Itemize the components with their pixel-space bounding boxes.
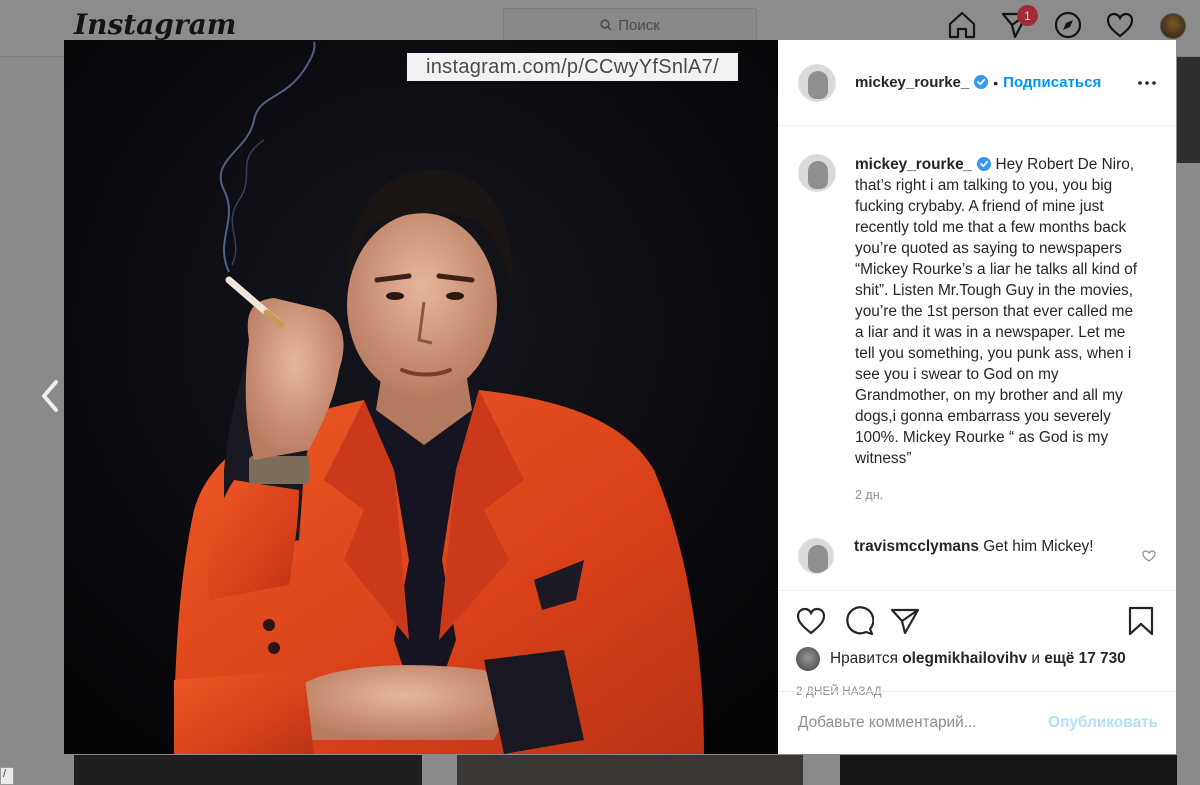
likes-prefix: Нравится (830, 650, 898, 667)
comment-icon[interactable] (844, 606, 874, 636)
profile-avatar[interactable] (1160, 13, 1186, 39)
home-icon[interactable] (947, 9, 977, 41)
comments-list[interactable]: mickey_rourke_ Hey Robert De Niro, that’… (778, 126, 1176, 590)
search-box[interactable]: Поиск (503, 8, 757, 42)
comment-body: Get him Mickey! (983, 538, 1094, 555)
author-avatar[interactable] (798, 154, 836, 192)
commenter-avatar[interactable] (798, 538, 834, 574)
background-thumbnail (840, 755, 1177, 785)
likes-count[interactable]: ещё 17 730 (1044, 650, 1125, 668)
caption-username[interactable]: mickey_rourke_ (855, 156, 992, 173)
follow-button[interactable]: Подписаться (1003, 74, 1101, 91)
author-username[interactable]: mickey_rourke_ (855, 74, 989, 91)
chevron-left-icon[interactable] (36, 376, 66, 416)
verified-icon (977, 157, 992, 171)
instagram-logo[interactable]: Instagram (74, 8, 236, 41)
comment-input[interactable] (798, 714, 1049, 732)
caption-age[interactable]: 2 дн. (855, 485, 1145, 506)
likes-conjunction: и (1031, 650, 1040, 667)
url-overlay: instagram.com/p/CCwyYfSnlA7/ (407, 53, 738, 81)
post-header: mickey_rourke_ • Подписаться (778, 40, 1176, 126)
post-photo-illustration (64, 40, 778, 754)
separator-dot: • (993, 74, 999, 91)
post-sidebar: mickey_rourke_ • Подписаться mickey_rour… (778, 40, 1176, 754)
caption-text: Hey Robert De Niro, that’s right i am ta… (855, 156, 1137, 467)
post-photo[interactable]: instagram.com/p/CCwyYfSnlA7/ (64, 40, 778, 754)
likes-summary: Нравится olegmikhailovihv и ещё 17 730 (796, 647, 1158, 671)
post-actions: Нравится olegmikhailovihv и ещё 17 730 2… (778, 590, 1176, 754)
search-icon (600, 19, 612, 31)
status-chip: / (0, 767, 14, 785)
share-icon[interactable] (890, 607, 920, 635)
comment-username[interactable]: travismcclymans (854, 538, 979, 555)
post-modal: instagram.com/p/CCwyYfSnlA7/ mickey_rour… (64, 40, 1176, 754)
liker-avatar[interactable] (796, 647, 820, 671)
comment-item: travismcclymans Get him Mickey! (798, 538, 1156, 574)
activity-icon[interactable] (1106, 9, 1134, 41)
author-avatar[interactable] (798, 63, 836, 102)
comment-text: travismcclymans Get him Mickey! (854, 538, 1094, 574)
publish-button[interactable]: Опубликовать (1048, 714, 1158, 732)
background-thumbnail (1177, 57, 1200, 163)
liker-username[interactable]: olegmikhailovihv (902, 650, 1027, 668)
background-thumbnail (457, 755, 803, 785)
heart-icon[interactable] (796, 607, 826, 635)
background-thumbnail (74, 755, 422, 785)
bookmark-icon[interactable] (1128, 606, 1154, 636)
verified-icon (974, 75, 989, 89)
notification-badge: 1 (1017, 5, 1038, 26)
add-comment-form: Опубликовать (778, 691, 1176, 754)
comment-like-icon[interactable] (1142, 550, 1156, 562)
search-placeholder: Поиск (618, 16, 660, 34)
caption: mickey_rourke_ Hey Robert De Niro, that’… (798, 154, 1156, 506)
explore-icon[interactable] (1054, 9, 1082, 41)
more-icon[interactable] (1136, 73, 1158, 93)
